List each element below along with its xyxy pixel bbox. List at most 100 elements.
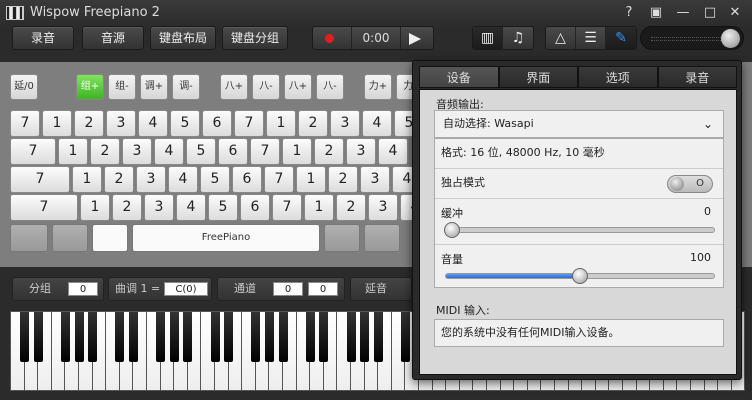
piano-black-key[interactable]: [169, 312, 179, 362]
note-key[interactable]: 2: [90, 138, 120, 165]
piano-black-key[interactable]: [373, 312, 383, 362]
volume-slider[interactable]: [445, 268, 715, 284]
exclusive-toggle[interactable]: O: [667, 175, 713, 193]
note-key[interactable]: 4: [154, 138, 184, 165]
note-key[interactable]: 7: [10, 110, 40, 137]
note-key[interactable]: 1: [304, 194, 334, 221]
note-key[interactable]: 1: [282, 138, 312, 165]
piano-black-key[interactable]: [33, 312, 43, 362]
note-key[interactable]: 5: [200, 166, 230, 193]
close-button[interactable]: ✕: [724, 3, 746, 23]
help-button[interactable]: ?: [618, 3, 640, 23]
buffer-slider[interactable]: [444, 222, 715, 238]
control-key[interactable]: 八+: [284, 74, 312, 100]
control-key[interactable]: 八+: [220, 74, 248, 100]
note-key[interactable]: 7: [234, 110, 264, 137]
key-blank[interactable]: [364, 224, 400, 252]
note-key[interactable]: 1: [58, 138, 88, 165]
note-key[interactable]: 5: [186, 138, 216, 165]
score-icon[interactable]: ♫: [503, 27, 533, 49]
note-key[interactable]: 2: [74, 110, 104, 137]
metronome-icon[interactable]: △: [546, 27, 576, 49]
restore-button[interactable]: ▣: [645, 3, 667, 23]
control-key[interactable]: 力+: [364, 74, 392, 100]
note-key[interactable]: 7: [10, 194, 78, 221]
tab-device[interactable]: 设备: [419, 66, 499, 88]
piano-black-key[interactable]: [360, 312, 370, 362]
note-key[interactable]: 6: [240, 194, 270, 221]
note-key[interactable]: 1: [42, 110, 72, 137]
volume-thumb[interactable]: [572, 268, 588, 284]
master-volume-slider[interactable]: [640, 26, 744, 50]
note-key[interactable]: 2: [104, 166, 134, 193]
volume-knob[interactable]: [721, 29, 740, 48]
note-key[interactable]: 3: [106, 110, 136, 137]
note-key[interactable]: 7: [10, 138, 56, 165]
note-key[interactable]: 5: [170, 110, 200, 137]
note-key[interactable]: 3: [144, 194, 174, 221]
note-key[interactable]: 1: [296, 166, 326, 193]
group-value[interactable]: 0: [68, 282, 98, 296]
buffer-thumb[interactable]: [444, 222, 460, 238]
keyboard-split-button[interactable]: 键盘分组: [222, 26, 288, 50]
note-key[interactable]: 1: [80, 194, 110, 221]
control-key[interactable]: 延/0: [10, 74, 38, 100]
keyboard-layout-button[interactable]: 键盘布局: [150, 26, 216, 50]
key-value[interactable]: C(0): [164, 282, 208, 296]
maximize-button[interactable]: □: [699, 3, 721, 23]
record-dot-icon[interactable]: [325, 34, 334, 43]
piano-black-key[interactable]: [264, 312, 274, 362]
piano-black-key[interactable]: [305, 312, 315, 362]
note-key[interactable]: 2: [336, 194, 366, 221]
mixer-icon[interactable]: ☰: [576, 27, 606, 49]
source-button[interactable]: 音源: [82, 26, 144, 50]
record-button[interactable]: 录音: [12, 26, 74, 50]
piano-black-key[interactable]: [346, 312, 356, 362]
channel-value-a[interactable]: 0: [273, 282, 303, 296]
note-key[interactable]: 7: [250, 138, 280, 165]
note-key[interactable]: 4: [138, 110, 168, 137]
tab-interface[interactable]: 界面: [498, 66, 578, 88]
note-key[interactable]: 4: [168, 166, 198, 193]
piano-black-key[interactable]: [278, 312, 288, 362]
piano-black-key[interactable]: [60, 312, 70, 362]
tab-options[interactable]: 选项: [578, 66, 658, 88]
piano-black-key[interactable]: [251, 312, 261, 362]
key-blank[interactable]: [52, 224, 88, 252]
note-key[interactable]: 6: [202, 110, 232, 137]
piano-black-key[interactable]: [183, 312, 193, 362]
control-key[interactable]: 八-: [316, 74, 344, 100]
note-key[interactable]: 3: [346, 138, 376, 165]
note-key[interactable]: 2: [328, 166, 358, 193]
note-key[interactable]: 3: [136, 166, 166, 193]
piano-black-key[interactable]: [20, 312, 30, 362]
note-key[interactable]: 4: [176, 194, 206, 221]
piano-black-key[interactable]: [115, 312, 125, 362]
note-key[interactable]: 2: [112, 194, 142, 221]
key-blank[interactable]: [92, 224, 128, 252]
note-key[interactable]: 3: [330, 110, 360, 137]
note-key[interactable]: 7: [10, 166, 70, 193]
note-key[interactable]: 1: [266, 110, 296, 137]
note-key[interactable]: 6: [232, 166, 262, 193]
spacebar-key[interactable]: FreePiano: [132, 224, 320, 252]
control-key[interactable]: 八-: [252, 74, 280, 100]
note-key[interactable]: 7: [264, 166, 294, 193]
piano-black-key[interactable]: [128, 312, 138, 362]
wrench-icon[interactable]: ✎: [606, 27, 636, 49]
piano-black-key[interactable]: [156, 312, 166, 362]
keyboard-icon[interactable]: ▥: [473, 27, 503, 49]
note-key[interactable]: 3: [360, 166, 390, 193]
piano-black-key[interactable]: [224, 312, 234, 362]
note-key[interactable]: 3: [122, 138, 152, 165]
note-key[interactable]: 2: [314, 138, 344, 165]
note-key[interactable]: 7: [272, 194, 302, 221]
note-key[interactable]: 1: [72, 166, 102, 193]
piano-black-key[interactable]: [319, 312, 329, 362]
note-key[interactable]: 2: [298, 110, 328, 137]
key-blank[interactable]: [324, 224, 360, 252]
note-key[interactable]: 6: [218, 138, 248, 165]
piano-black-key[interactable]: [74, 312, 84, 362]
note-key[interactable]: 3: [368, 194, 398, 221]
note-key[interactable]: 4: [362, 110, 392, 137]
